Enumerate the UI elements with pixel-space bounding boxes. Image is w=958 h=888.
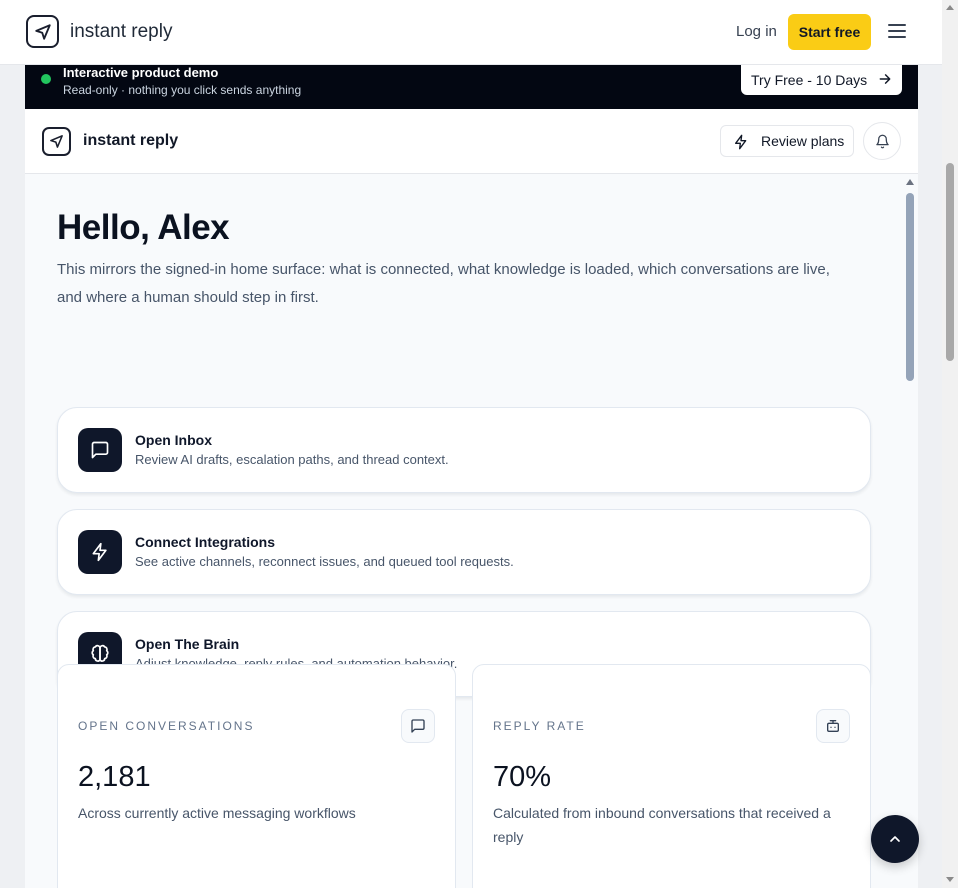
action-title: Connect Integrations	[135, 534, 276, 550]
action-title: Open Inbox	[135, 432, 212, 448]
scroll-thumb[interactable]	[906, 193, 914, 381]
open-inbox-card[interactable]: Open Inbox Review AI drafts, escalation …	[57, 407, 871, 493]
arrow-right-icon	[878, 72, 892, 89]
action-title: Open The Brain	[135, 636, 240, 652]
app-logo-icon[interactable]	[42, 127, 71, 156]
demo-frame: Interactive product demo Read-only · not…	[25, 65, 918, 888]
stat-value: 70%	[493, 761, 552, 793]
notifications-button[interactable]	[863, 122, 901, 160]
scroll-up-icon[interactable]	[906, 179, 914, 185]
zap-icon	[733, 134, 749, 153]
banner-subtitle: Read-only · nothing you click sends anyt…	[63, 83, 302, 97]
zap-icon	[78, 530, 122, 574]
action-description: Review AI drafts, escalation paths, and …	[135, 452, 449, 467]
bot-icon	[816, 709, 850, 743]
live-dot	[41, 74, 51, 84]
content-scrollbar[interactable]	[903, 174, 918, 888]
message-square-icon	[78, 428, 122, 472]
reply-rate-card: REPLY RATE 70% Calculated from inbound c…	[472, 664, 871, 888]
stat-description: Calculated from inbound conversations th…	[493, 805, 831, 845]
login-link[interactable]: Log in	[736, 23, 777, 40]
intro-text: This mirrors the signed-in home surface:…	[57, 261, 830, 306]
page-title: Hello, Alex	[57, 208, 230, 247]
connect-integrations-card[interactable]: Connect Integrations See active channels…	[57, 509, 871, 595]
logo-icon[interactable]	[26, 15, 59, 48]
window-scrollbar[interactable]	[942, 0, 958, 888]
review-plans-button[interactable]: Review plans	[720, 125, 854, 157]
bell-icon	[875, 134, 889, 148]
stat-label: OPEN CONVERSATIONS	[78, 719, 255, 733]
start-free-button[interactable]: Start free	[788, 14, 871, 50]
message-square-icon	[401, 709, 435, 743]
banner-title: Interactive product demo	[63, 65, 219, 80]
app-brand[interactable]: instant reply	[83, 132, 178, 150]
scroll-up-icon[interactable]	[946, 5, 954, 10]
home-content: Hello, Alex This mirrors the signed-in h…	[25, 174, 918, 888]
site-header: instant reply Log in Start free	[0, 0, 958, 65]
stat-label: REPLY RATE	[493, 719, 586, 733]
stat-value: 2,181	[78, 761, 151, 793]
app-header: instant reply Review plans	[25, 109, 918, 174]
demo-banner: Interactive product demo Read-only · not…	[25, 65, 918, 109]
scroll-thumb[interactable]	[946, 163, 954, 361]
stat-description: Across currently active messaging workfl…	[78, 805, 356, 821]
open-conversations-card: OPEN CONVERSATIONS 2,181 Across currentl…	[57, 664, 456, 888]
scroll-to-top-button[interactable]	[871, 815, 919, 863]
scroll-down-icon[interactable]	[946, 877, 954, 882]
try-free-label: Try Free - 10 Days	[751, 72, 868, 88]
site-brand[interactable]: instant reply	[70, 21, 172, 43]
review-plans-label: Review plans	[761, 133, 845, 149]
action-description: See active channels, reconnect issues, a…	[135, 554, 514, 569]
chevron-up-icon	[890, 836, 900, 842]
try-free-button[interactable]: Try Free - 10 Days	[741, 65, 902, 95]
hamburger-menu-icon[interactable]	[887, 22, 907, 40]
